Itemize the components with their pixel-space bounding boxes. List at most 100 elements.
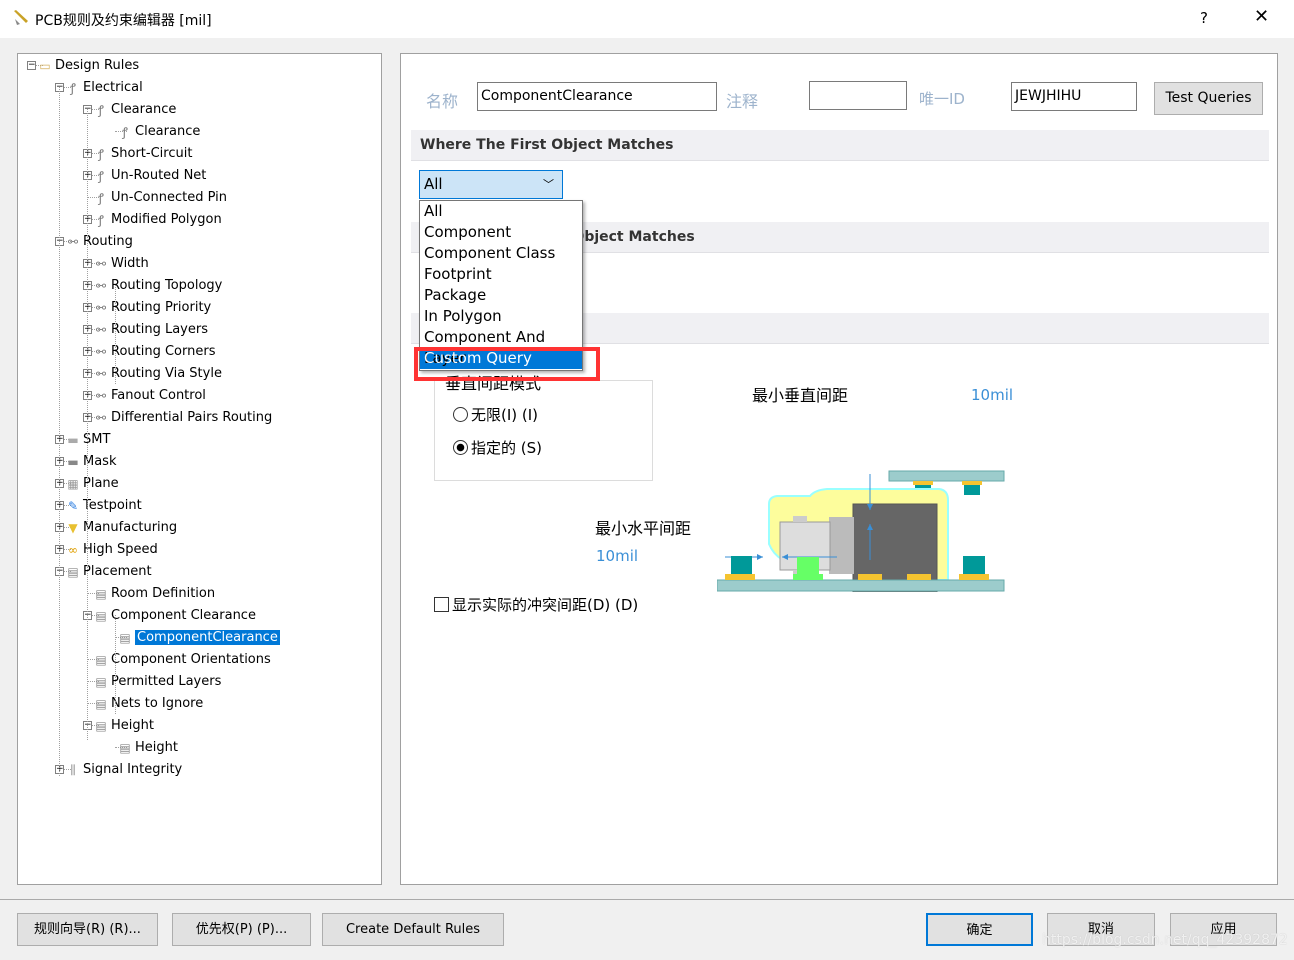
electrical-icon: ꝭ bbox=[98, 212, 104, 227]
help-button[interactable]: ? bbox=[1200, 9, 1208, 27]
manufacturing-icon: ▼ bbox=[68, 520, 78, 535]
tree-item[interactable]: ꝭ Short-Circuit bbox=[93, 143, 192, 164]
tree-item-label: Testpoint bbox=[83, 498, 142, 513]
tree-item[interactable]: ▤ Component Clearance bbox=[93, 605, 256, 626]
tree-item[interactable]: ▤ Height bbox=[93, 715, 154, 736]
folder-icon: ▭ bbox=[39, 58, 51, 73]
tree-item[interactable]: ⚯ Differential Pairs Routing bbox=[93, 407, 272, 428]
test-queries-button[interactable]: Test Queries bbox=[1154, 82, 1263, 115]
tree-item[interactable]: ▤ Permitted Layers bbox=[93, 671, 221, 692]
dropdown-option[interactable]: Component Class bbox=[420, 243, 582, 264]
tree-item[interactable]: ▤ Room Definition bbox=[93, 583, 215, 604]
first-object-dropdown[interactable]: All ﹀ bbox=[419, 170, 563, 199]
collapse-icon[interactable]: − bbox=[27, 61, 36, 70]
electrical-icon: ꝭ bbox=[122, 124, 128, 139]
tree-item[interactable]: ⚯ Routing Priority bbox=[93, 297, 211, 318]
tree-item[interactable]: ⚯ Routing bbox=[65, 231, 133, 252]
tree-item[interactable]: ▼ Manufacturing bbox=[65, 517, 177, 538]
tree-item[interactable]: ▭ Design Rules bbox=[37, 55, 139, 76]
show-actual-checkbox[interactable]: 显示实际的冲突间距(D) (D) bbox=[434, 594, 638, 615]
ok-button[interactable]: 确定 bbox=[926, 913, 1033, 946]
tree-item-label: Routing Corners bbox=[111, 344, 216, 359]
tree-item[interactable]: ꝭ Clearance bbox=[93, 99, 176, 120]
rule-wizard-button[interactable]: 规则向导(R) (R)... bbox=[17, 913, 158, 946]
dropdown-option[interactable]: In Polygon bbox=[420, 306, 582, 327]
vertical-mode-group bbox=[434, 380, 653, 481]
tree-item[interactable]: ꝭ Electrical bbox=[65, 77, 143, 98]
tree-item[interactable]: ▤ Placement bbox=[65, 561, 151, 582]
dropdown-option[interactable]: Component bbox=[420, 222, 582, 243]
routing-icon: ⚯ bbox=[95, 300, 107, 315]
tree-item[interactable]: ▬ Mask bbox=[65, 451, 116, 472]
dropdown-option[interactable]: Package bbox=[420, 285, 582, 306]
tree-item-label: High Speed bbox=[83, 542, 158, 557]
tree-item-label: Manufacturing bbox=[83, 520, 178, 535]
tree-item[interactable]: ∞ High Speed bbox=[65, 539, 158, 560]
routing-icon: ⚯ bbox=[95, 278, 107, 293]
tree-item[interactable]: ▤ Nets to Ignore bbox=[93, 693, 203, 714]
placement-icon: ▤ bbox=[119, 630, 131, 645]
tree-item-label: Plane bbox=[83, 476, 119, 491]
tree-item-label: Component Orientations bbox=[111, 652, 271, 667]
tree-item-label: Mask bbox=[83, 454, 117, 469]
tree-item-label: Electrical bbox=[83, 80, 143, 95]
tree-guide-line bbox=[59, 87, 60, 776]
tree-item[interactable]: ✎ Testpoint bbox=[65, 495, 142, 516]
dropdown-option[interactable]: All bbox=[420, 201, 582, 222]
tree-item[interactable]: ⚯ Width bbox=[93, 253, 149, 274]
radio-specified[interactable]: 指定的 (S) bbox=[453, 437, 542, 458]
tree-item[interactable]: ꝭ Un-Routed Net bbox=[93, 165, 206, 186]
tree-item[interactable]: ⚯ Routing Topology bbox=[93, 275, 222, 296]
highlight-annotation-box bbox=[414, 347, 600, 381]
tree-item-label: Component Clearance bbox=[111, 608, 256, 623]
tree-item[interactable]: ⚯ Routing Via Style bbox=[93, 363, 222, 384]
comment-label: 注释 bbox=[726, 92, 759, 111]
tree-item[interactable]: ▤ Component Orientations bbox=[93, 649, 271, 670]
dropdown-list[interactable]: All Component Component Class Footprint … bbox=[419, 200, 583, 371]
plane-icon: ▦ bbox=[67, 476, 79, 491]
tree-item-label: Differential Pairs Routing bbox=[111, 410, 273, 425]
priorities-button[interactable]: 优先权(P) (P)... bbox=[172, 913, 311, 946]
routing-icon: ⚯ bbox=[95, 322, 107, 337]
tree-item[interactable]: ▦ Plane bbox=[65, 473, 119, 494]
title-bar: PCB规则及约束编辑器 [mil] ? ✕ bbox=[0, 0, 1294, 38]
unique-id-input[interactable]: JEWJHIHU bbox=[1011, 82, 1137, 111]
tree-item[interactable]: ꝭ Modified Polygon bbox=[93, 209, 222, 230]
dropdown-option[interactable]: Component And Layer bbox=[420, 327, 582, 367]
signal-icon: ⫼ bbox=[70, 762, 76, 777]
placement-icon: ▤ bbox=[95, 718, 107, 733]
app-icon bbox=[14, 10, 28, 25]
tree-item-label: Un-Routed Net bbox=[111, 168, 207, 183]
tree-item-label: Routing bbox=[83, 234, 133, 249]
min-horizontal-label: 最小水平间距 bbox=[595, 519, 692, 538]
min-horizontal-value[interactable]: 10mil bbox=[596, 547, 638, 565]
tree-item[interactable]: ⚯ Fanout Control bbox=[93, 385, 206, 406]
tree-item-label: Routing Layers bbox=[111, 322, 208, 337]
min-vertical-value[interactable]: 10mil bbox=[971, 386, 1013, 404]
electrical-icon: ꝭ bbox=[98, 168, 104, 183]
tree-item[interactable]: ⚯ Routing Layers bbox=[93, 319, 208, 340]
dropdown-option[interactable]: Footprint bbox=[420, 264, 582, 285]
tree-item[interactable]: ▤ ComponentClearance bbox=[117, 627, 280, 648]
tree-guide-line bbox=[115, 615, 116, 714]
tree-item[interactable]: ꝭ Un-Connected Pin bbox=[93, 187, 227, 208]
checkbox-box[interactable] bbox=[434, 597, 449, 612]
radio-circle-checked[interactable] bbox=[453, 440, 468, 455]
name-input[interactable]: ComponentClearance bbox=[477, 82, 717, 111]
radio-infinite[interactable]: 无限(I) (I) bbox=[453, 404, 538, 425]
comment-input[interactable] bbox=[809, 81, 907, 110]
tree-item[interactable]: ⚯ Routing Corners bbox=[93, 341, 216, 362]
close-button[interactable]: ✕ bbox=[1254, 6, 1269, 27]
window-title: PCB规则及约束编辑器 [mil] bbox=[35, 13, 212, 29]
tree-item[interactable]: ⫼ Signal Integrity bbox=[65, 759, 182, 780]
rule-tree[interactable]: − ▭ Design Rules − ꝭ Electrical − ꝭ Clearance ꝭ Cl… bbox=[17, 53, 382, 885]
mask-icon: ▬ bbox=[67, 454, 79, 469]
tree-item[interactable]: ꝭ Clearance bbox=[117, 121, 200, 142]
placement-icon: ▤ bbox=[95, 674, 107, 689]
tree-item[interactable]: ▤ Height bbox=[117, 737, 178, 758]
tree-guide-line bbox=[115, 285, 116, 384]
radio-circle[interactable] bbox=[453, 407, 468, 422]
create-default-rules-button[interactable]: Create Default Rules bbox=[322, 913, 504, 946]
radio-specified-label: 指定的 (S) bbox=[471, 439, 542, 457]
tree-item-label: Design Rules bbox=[55, 58, 140, 73]
